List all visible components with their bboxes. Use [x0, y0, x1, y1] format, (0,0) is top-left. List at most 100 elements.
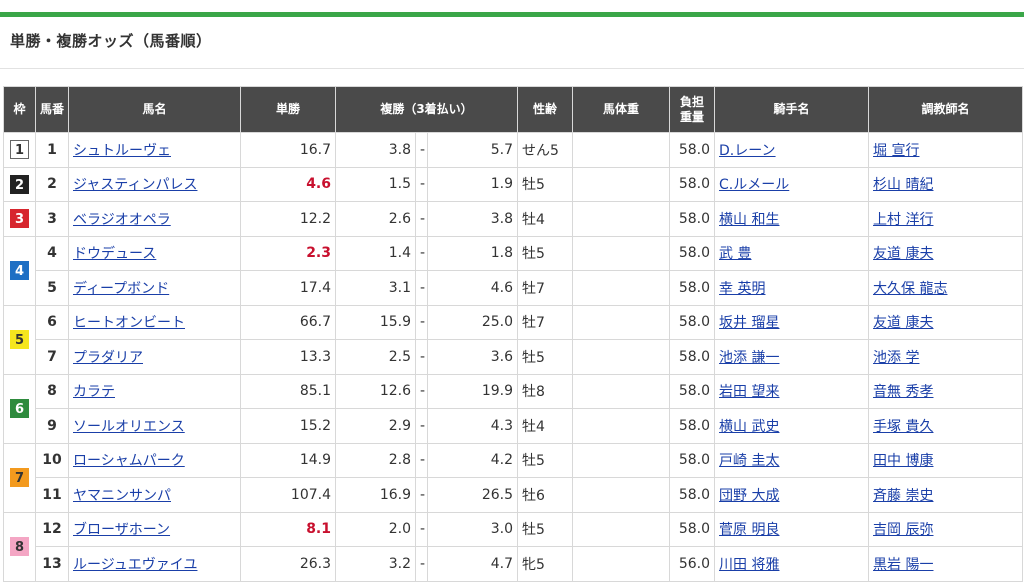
horse-name-link[interactable]: ブローザホーン — [73, 522, 170, 538]
body-weight-cell — [572, 442, 671, 478]
trainer-name-cell: 友道 康夫 — [868, 235, 1024, 271]
burden-weight-cell: 58.0 — [669, 235, 716, 271]
jockey-name-link[interactable]: 戸崎 圭太 — [719, 453, 779, 469]
body-weight-cell — [572, 546, 671, 582]
sex-age-cell: 牡5 — [517, 166, 574, 202]
sex-age-cell: 牡7 — [517, 270, 574, 306]
place-odds-separator-cell: - — [415, 477, 428, 513]
trainer-name-link[interactable]: 音無 秀孝 — [873, 384, 933, 400]
place-odds-max-cell: 1.8 — [426, 235, 519, 271]
jockey-name-link[interactable]: 横山 武史 — [719, 419, 779, 435]
body-weight-cell — [572, 235, 671, 271]
umaban-cell: 5 — [35, 270, 69, 306]
jockey-name-link[interactable]: C.ルメール — [719, 177, 789, 193]
place-odds-separator-cell: - — [415, 201, 428, 237]
place-odds-min-cell: 16.9 — [335, 477, 416, 513]
horse-name-link[interactable]: シュトルーヴェ — [73, 143, 171, 159]
place-odds-max-cell: 5.7 — [426, 132, 519, 168]
umaban-cell: 6 — [35, 304, 69, 340]
jockey-name-link[interactable]: D.レーン — [719, 143, 776, 159]
trainer-name-link[interactable]: 上村 洋行 — [873, 212, 933, 228]
sex-age-cell: 牡4 — [517, 201, 574, 237]
jockey-name-cell: 坂井 瑠星 — [714, 304, 870, 340]
trainer-name-link[interactable]: 友道 康夫 — [873, 246, 933, 262]
table-row: 5 6 ヒートオンビート 66.7 15.9-25.0 牡7 58.0 坂井 瑠星 友道 康夫 — [3, 304, 1024, 375]
header-horse: 馬名 — [68, 86, 241, 133]
body-weight-cell — [572, 201, 671, 237]
jockey-name-cell: 戸崎 圭太 — [714, 442, 870, 478]
header-sex-age: 性齢 — [517, 86, 574, 133]
trainer-name-link[interactable]: 大久保 龍志 — [873, 281, 947, 297]
horse-name-cell: ブローザホーン — [68, 511, 241, 547]
body-weight-cell — [572, 166, 671, 202]
jockey-name-link[interactable]: 横山 和生 — [719, 212, 779, 228]
header-burden-line2: 重量 — [680, 109, 705, 124]
table-row: 13 ルージュエヴァイユ 26.3 3.2-4.7 牝5 56.0 川田 将雅 黒岩 陽一 — [4, 546, 1024, 582]
waku-cell: 1 — [3, 132, 36, 168]
trainer-name-cell: 大久保 龍志 — [868, 270, 1024, 306]
jockey-name-link[interactable]: 幸 英明 — [719, 281, 765, 297]
trainer-name-link[interactable]: 友道 康夫 — [873, 315, 933, 331]
place-odds-separator-cell: - — [415, 408, 428, 444]
place-odds-separator-cell: - — [415, 166, 428, 202]
place-odds-separator-cell: - — [415, 511, 428, 547]
place-odds-max-cell: 3.8 — [426, 201, 519, 237]
trainer-name-cell: 斉藤 崇史 — [868, 477, 1024, 513]
jockey-name-link[interactable]: 川田 将雅 — [719, 557, 779, 573]
place-odds-min-cell: 2.0 — [335, 511, 416, 547]
horse-name-link[interactable]: ヒートオンビート — [73, 315, 185, 331]
horse-name-link[interactable]: ローシャムパーク — [73, 453, 185, 469]
table-row: 8 12 ブローザホーン 8.1 2.0-3.0 牡5 58.0 菅原 明良 吉岡 辰弥 — [3, 511, 1024, 582]
sex-age-cell: 牡5 — [517, 235, 574, 271]
sex-age-cell: 牡7 — [517, 304, 574, 340]
jockey-name-link[interactable]: 池添 謙一 — [719, 350, 779, 366]
jockey-name-link[interactable]: 団野 大成 — [719, 488, 779, 504]
horse-name-link[interactable]: ジャスティンパレス — [73, 177, 197, 193]
horse-name-link[interactable]: ソールオリエンス — [73, 419, 185, 435]
trainer-name-cell: 堀 宣行 — [868, 132, 1024, 168]
trainer-name-link[interactable]: 堀 宣行 — [873, 143, 919, 159]
win-odds-cell: 85.1 — [240, 373, 336, 409]
horse-name-cell: プラダリア — [68, 339, 241, 375]
horse-name-link[interactable]: ベラジオオペラ — [73, 212, 171, 228]
waku-badge: 7 — [10, 468, 29, 487]
jockey-name-link[interactable]: 岩田 望来 — [719, 384, 779, 400]
trainer-name-link[interactable]: 杉山 晴紀 — [873, 177, 933, 193]
horse-name-link[interactable]: ルージュエヴァイユ — [73, 557, 197, 573]
trainer-name-link[interactable]: 手塚 貴久 — [873, 419, 933, 435]
waku-badge: 2 — [10, 174, 29, 194]
place-odds-min-cell: 2.9 — [335, 408, 416, 444]
jockey-name-link[interactable]: 坂井 瑠星 — [719, 315, 779, 331]
table-row: 9 ソールオリエンス 15.2 2.9-4.3 牡4 58.0 横山 武史 手塚 貴久 — [4, 408, 1024, 444]
horse-name-link[interactable]: ヤマニンサンパ — [73, 488, 171, 504]
trainer-name-link[interactable]: 黒岩 陽一 — [873, 557, 933, 573]
trainer-name-link[interactable]: 斉藤 崇史 — [873, 488, 933, 504]
header-trainer: 調教師名 — [868, 86, 1024, 133]
jockey-name-link[interactable]: 武 豊 — [719, 246, 751, 262]
sex-age-cell: 牡4 — [517, 408, 574, 444]
horse-name-link[interactable]: カラテ — [73, 384, 115, 400]
header-umaban: 馬番 — [35, 86, 69, 133]
burden-weight-cell: 58.0 — [669, 304, 716, 340]
table-row: 5 ディープボンド 17.4 3.1-4.6 牡7 58.0 幸 英明 大久保 龍志 — [4, 270, 1024, 306]
horse-name-link[interactable]: ドウデュース — [73, 246, 156, 262]
win-odds-cell: 12.2 — [240, 201, 336, 237]
trainer-name-link[interactable]: 池添 学 — [873, 350, 919, 366]
place-odds-max-cell: 25.0 — [426, 304, 519, 340]
trainer-name-link[interactable]: 田中 博康 — [873, 453, 933, 469]
win-odds-cell: 17.4 — [240, 270, 336, 306]
jockey-name-link[interactable]: 菅原 明良 — [719, 522, 779, 538]
place-odds-separator-cell: - — [415, 373, 428, 409]
header-burden-line1: 負担 — [680, 94, 705, 109]
header-body-weight: 馬体重 — [572, 86, 671, 133]
body-weight-cell — [572, 408, 671, 444]
place-odds-max-cell: 4.2 — [426, 442, 519, 478]
jockey-name-cell: C.ルメール — [714, 166, 870, 202]
trainer-name-link[interactable]: 吉岡 辰弥 — [873, 522, 933, 538]
header-burden: 負担 重量 — [669, 86, 716, 133]
horse-name-cell: ヤマニンサンパ — [68, 477, 241, 513]
horse-name-cell: ルージュエヴァイユ — [68, 546, 241, 582]
win-odds-cell: 66.7 — [240, 304, 336, 340]
horse-name-link[interactable]: プラダリア — [73, 350, 143, 366]
horse-name-link[interactable]: ディープボンド — [73, 281, 169, 297]
